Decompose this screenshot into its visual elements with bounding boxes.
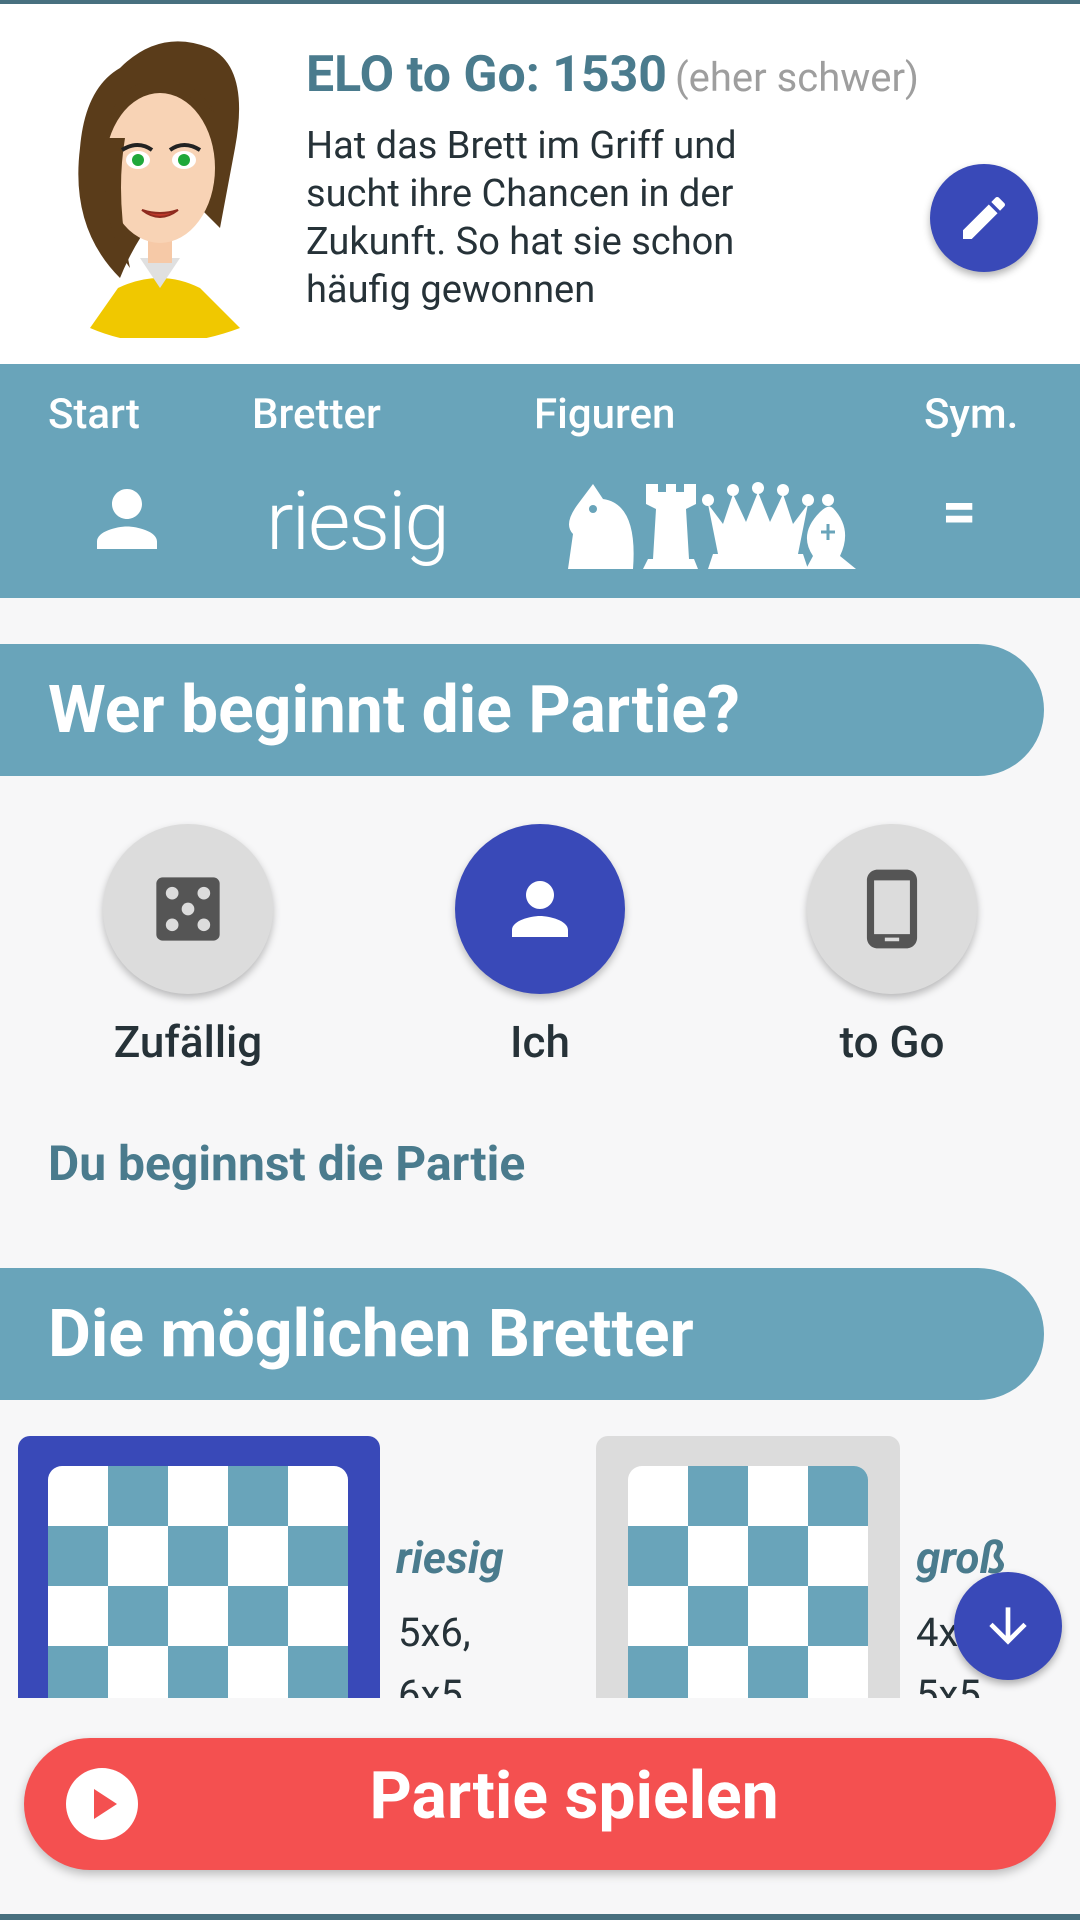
difficulty-label: (eher schwer) <box>674 54 919 101</box>
pieces-setting[interactable] <box>558 474 858 574</box>
opponent-card[interactable]: ELO to Go: 1530 (eher schwer) Hat das Bre… <box>0 4 1080 364</box>
board-preview-gross <box>628 1466 868 1698</box>
sym-setting[interactable]: = <box>942 476 976 547</box>
board-card-gross[interactable] <box>596 1436 900 1698</box>
phone-icon <box>866 869 918 949</box>
person-icon <box>97 489 157 549</box>
opponent-description: Hat das Brett im Griff und sucht ihre Ch… <box>306 124 737 312</box>
starter-me-button[interactable] <box>455 824 625 994</box>
chess-pieces-icon <box>568 482 856 569</box>
starter-section-header: Wer beginnt die Partie? <box>0 644 1044 776</box>
board-size-riesig: 5x6, 6x5 <box>398 1602 471 1698</box>
dice-icon <box>156 877 220 941</box>
board-preview-riesig <box>48 1466 348 1698</box>
edit-opponent-button[interactable] <box>930 164 1038 272</box>
bottom-divider <box>0 1914 1080 1920</box>
starter-status: Du beginnst die Partie <box>48 1135 526 1192</box>
settings-bar: Start Bretter Figuren Sym. riesig = <box>0 364 1080 598</box>
boards-setting[interactable]: riesig <box>266 474 450 570</box>
starter-random-label: Zufällig <box>113 1016 263 1068</box>
starter-app-label: to Go <box>839 1016 945 1068</box>
boards-label: Bretter <box>252 390 381 439</box>
opponent-elo: ELO to Go: 1530 (eher schwer) <box>306 46 919 104</box>
starter-me-label: Ich <box>510 1016 570 1068</box>
pieces-label: Figuren <box>534 390 676 439</box>
play-game-button[interactable]: Partie spielen <box>24 1738 1056 1870</box>
board-size-line: 6x5 <box>398 1671 463 1698</box>
boards-section-header: Die möglichen Bretter <box>0 1268 1044 1400</box>
starter-app-button[interactable] <box>807 824 977 994</box>
board-size-line: 5x5 <box>916 1671 981 1698</box>
person-icon <box>512 881 568 937</box>
opponent-avatar <box>78 41 240 338</box>
board-size-line: 5x6, <box>398 1609 471 1656</box>
elo-label: ELO to Go: 1530 <box>306 46 667 104</box>
start-label: Start <box>48 390 140 439</box>
arrow-down-icon <box>989 1607 1027 1645</box>
board-name-riesig: riesig <box>396 1532 504 1584</box>
starter-random-button[interactable] <box>103 824 273 994</box>
sym-label: Sym. <box>924 390 1019 439</box>
pencil-icon <box>963 196 1006 239</box>
start-setting[interactable] <box>80 474 174 564</box>
scroll-down-button[interactable] <box>954 1572 1062 1680</box>
board-card-riesig[interactable] <box>18 1436 380 1698</box>
boards-list[interactable]: riesig 5x6, 6x5 groß 4x 5x5 <box>0 1428 1080 1698</box>
play-game-label: Partie spielen <box>369 1758 779 1835</box>
